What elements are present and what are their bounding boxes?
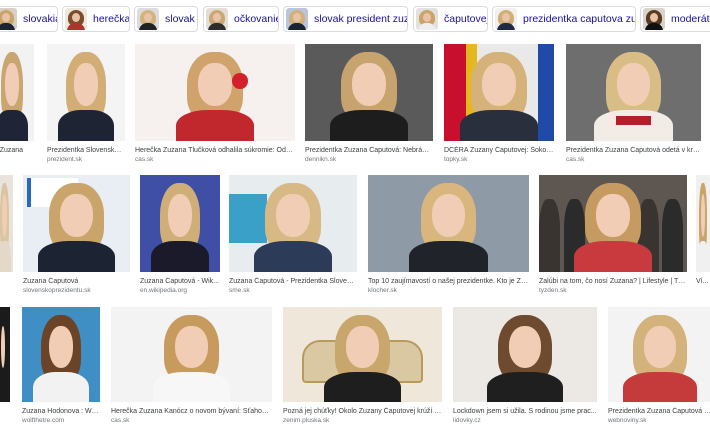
chip-caputovej[interactable]: čaputovej bbox=[413, 6, 488, 32]
result-caption[interactable]: Zuzana Čaputová - Prezidentka Slovens... bbox=[229, 277, 357, 286]
result-image[interactable] bbox=[453, 307, 597, 402]
image-result[interactable]: Zuzana Čaputová slovenskoprezidentu.sk bbox=[23, 175, 130, 299]
image-result[interactable]: Herečka Zuzana Tlučková odhalila súkromi… bbox=[135, 44, 295, 170]
image-result[interactable]: Prezidentka Zuzana Čaputová sa bude príp… bbox=[608, 307, 710, 429]
result-source[interactable]: topky.sk bbox=[444, 156, 554, 164]
chip-label: slovak president zuzana bbox=[314, 13, 408, 25]
chip-thumbnail bbox=[416, 8, 438, 30]
chip-thumbnail bbox=[137, 8, 159, 30]
chip-label: čaputovej bbox=[444, 13, 488, 25]
chip-label: očkovanie bbox=[234, 13, 279, 25]
result-source[interactable]: prezident.sk bbox=[47, 156, 125, 164]
result-caption[interactable]: Prezidentka Zuzana Čaputová: Nebráni... bbox=[305, 146, 433, 155]
result-image[interactable] bbox=[47, 44, 125, 141]
result-caption[interactable]: Prezidentka Zuzana Čaputová sa bude príp… bbox=[608, 407, 710, 416]
result-source[interactable]: en.wikipedia.org bbox=[140, 287, 220, 295]
chip-ockovanie[interactable]: očkovanie bbox=[203, 6, 279, 32]
result-caption[interactable]: Zuzana Čaputová bbox=[23, 277, 130, 286]
result-image[interactable] bbox=[368, 175, 529, 272]
chip-label: moderátor bbox=[671, 13, 710, 25]
chip-label: herečka bbox=[93, 13, 130, 25]
chip-thumbnail bbox=[206, 8, 228, 30]
image-result[interactable]: Zuzana Čaputová - Prezidentka Slovens...… bbox=[229, 175, 357, 299]
chip-prezidentka-caputova-zuzana[interactable]: prezidentka caputova zuzana bbox=[492, 6, 636, 32]
result-caption[interactable]: Herečka Zuzana Tlučková odhalila súkromi… bbox=[135, 146, 295, 155]
chip-thumbnail bbox=[65, 8, 87, 30]
result-source[interactable]: cas.sk bbox=[135, 156, 295, 164]
image-result[interactable]: Top 10 zaujímavostí o našej prezidentke.… bbox=[368, 175, 529, 299]
result-image[interactable] bbox=[0, 175, 13, 272]
result-caption[interactable]: Prezidentka Zuzana Čaputová odetá v kroj… bbox=[566, 146, 701, 155]
chip-label: slovakia bbox=[23, 13, 58, 25]
result-source[interactable]: klocher.sk bbox=[368, 287, 529, 295]
chip-slovakia[interactable]: slovakia bbox=[0, 6, 58, 32]
result-caption[interactable]: Herečka Zuzana Kanócz o novom bývaní: Sť… bbox=[111, 407, 272, 416]
result-caption[interactable]: Ví... bbox=[696, 277, 710, 286]
result-image[interactable] bbox=[22, 307, 100, 402]
result-image[interactable] bbox=[608, 307, 710, 402]
image-result[interactable]: Prezidentka Zuzana Čaputová odetá v kroj… bbox=[566, 44, 701, 170]
image-result[interactable]: ng Zuzana bbox=[0, 44, 34, 170]
result-source[interactable]: cas.sk bbox=[566, 156, 701, 164]
image-result[interactable]: Prezidentka Slovenskej ... prezident.sk bbox=[47, 44, 125, 170]
result-caption[interactable]: Zuzana Čaputová - Wik... bbox=[140, 277, 220, 286]
result-caption[interactable]: Top 10 zaujímavostí o našej prezidentke.… bbox=[368, 277, 529, 286]
result-caption[interactable]: Zuzana Hodonova : Wo... bbox=[22, 407, 100, 416]
result-image[interactable] bbox=[305, 44, 433, 141]
chip-label: prezidentka caputova zuzana bbox=[523, 13, 635, 25]
result-source[interactable]: slovenskoprezidentu.sk bbox=[23, 287, 130, 295]
result-image[interactable] bbox=[140, 175, 220, 272]
image-result[interactable]: Zalúbi na tom, čo nosí Zuzana? | Lifesty… bbox=[539, 175, 687, 299]
chip-slovak[interactable]: slovak bbox=[134, 6, 198, 32]
result-source[interactable]: lidovky.cz bbox=[453, 417, 597, 425]
result-caption[interactable]: Pozná jej chúťky! Okolo Zuzany Čaputovej… bbox=[283, 407, 442, 416]
chip-slovak-president-zuzana[interactable]: slovak president zuzana bbox=[283, 6, 408, 32]
result-image[interactable] bbox=[111, 307, 272, 402]
result-image[interactable] bbox=[0, 44, 34, 141]
result-image[interactable] bbox=[539, 175, 687, 272]
image-result[interactable]: Zuzana Hodonova : Wo... wolfthetre.com bbox=[22, 307, 100, 429]
result-image[interactable] bbox=[229, 175, 357, 272]
image-result[interactable]: DCÉRA Zuzany Čaputovej: Šokovaní... topk… bbox=[444, 44, 554, 170]
chip-thumbnail bbox=[286, 8, 308, 30]
result-image[interactable] bbox=[0, 307, 10, 402]
result-source[interactable]: zenim.pluska.sk bbox=[283, 417, 442, 425]
chip-thumbnail bbox=[643, 8, 665, 30]
chip-thumbnail bbox=[0, 8, 17, 30]
image-result[interactable] bbox=[0, 175, 13, 299]
image-result[interactable]: Prezidentka Zuzana Čaputová: Nebráni... … bbox=[305, 44, 433, 170]
result-image[interactable] bbox=[566, 44, 701, 141]
result-source[interactable]: tyzden.sk bbox=[539, 287, 687, 295]
chip-herecka[interactable]: herečka bbox=[62, 6, 130, 32]
result-source[interactable]: cas.sk bbox=[111, 417, 272, 425]
chip-moderator[interactable]: moderátor bbox=[640, 6, 710, 32]
result-caption[interactable]: Zalúbi na tom, čo nosí Zuzana? | Lifesty… bbox=[539, 277, 687, 286]
result-caption[interactable]: ng Zuzana bbox=[0, 146, 34, 155]
image-result[interactable]: Pozná jej chúťky! Okolo Zuzany Čaputovej… bbox=[283, 307, 442, 429]
result-image[interactable] bbox=[444, 44, 554, 141]
image-result[interactable]: Herečka Zuzana Kanócz o novom bývaní: Sť… bbox=[111, 307, 272, 429]
result-image[interactable] bbox=[696, 175, 710, 272]
image-result[interactable]: Ví... bbox=[696, 175, 710, 299]
chip-thumbnail bbox=[495, 8, 517, 30]
related-searches-bar: slovakia herečka slovak očkovanie slovak… bbox=[0, 0, 710, 36]
chip-label: slovak bbox=[165, 13, 195, 25]
result-image[interactable] bbox=[135, 44, 295, 141]
result-image[interactable] bbox=[23, 175, 130, 272]
result-source[interactable]: webnoviny.sk bbox=[608, 417, 710, 425]
result-source[interactable]: sme.sk bbox=[229, 287, 357, 295]
result-image[interactable] bbox=[283, 307, 442, 402]
result-caption[interactable]: Prezidentka Slovenskej ... bbox=[47, 146, 125, 155]
result-source[interactable]: wolfthetre.com bbox=[22, 417, 100, 425]
result-caption[interactable]: DCÉRA Zuzany Čaputovej: Šokovaní... bbox=[444, 146, 554, 155]
image-result[interactable] bbox=[0, 307, 10, 429]
result-caption[interactable]: Lockdown jsem si užila. S rodinou jsme p… bbox=[453, 407, 597, 416]
result-source[interactable]: dennikn.sk bbox=[305, 156, 433, 164]
image-result[interactable]: Zuzana Čaputová - Wik... en.wikipedia.or… bbox=[140, 175, 220, 299]
image-result[interactable]: Lockdown jsem si užila. S rodinou jsme p… bbox=[453, 307, 597, 429]
